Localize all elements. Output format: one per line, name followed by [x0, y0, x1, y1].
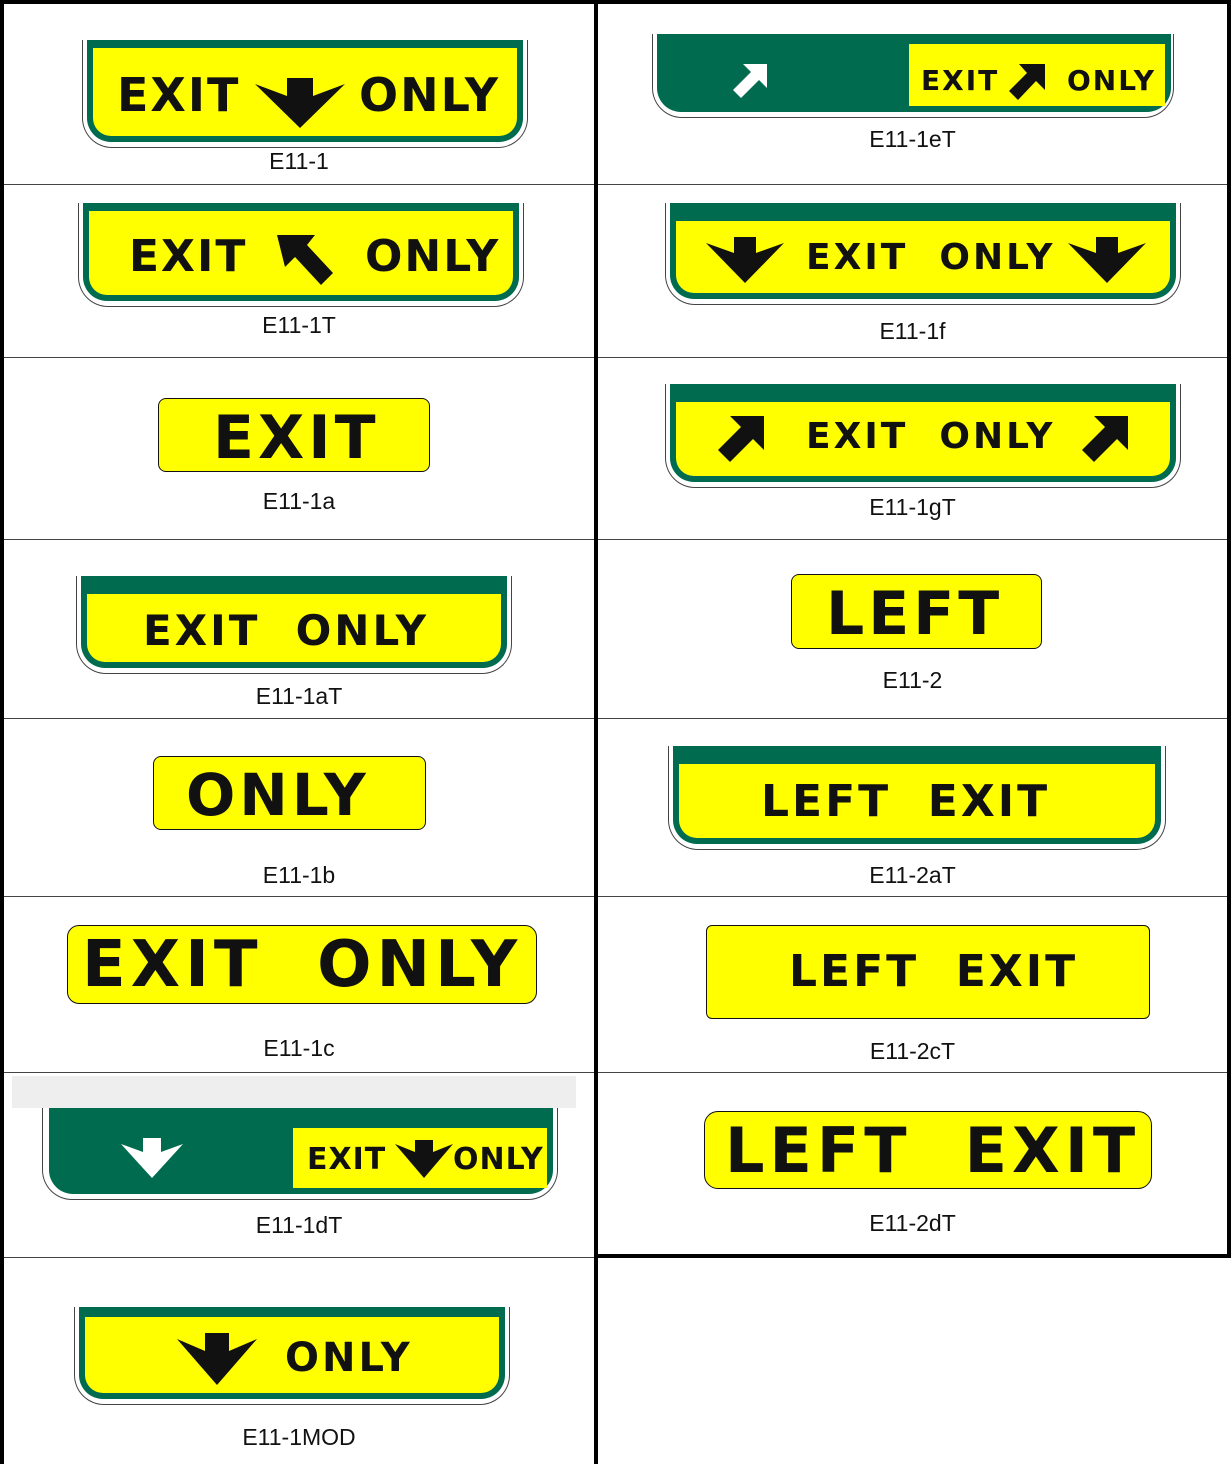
up-right-arrow-icon	[733, 64, 767, 98]
sign-code-label: E11-2	[882, 667, 943, 693]
sign-e11-1mod: ONLY	[74, 1307, 510, 1405]
sign-code-label: E11-1eT	[869, 126, 956, 152]
sign-e11-1: EXIT ONLY	[82, 40, 528, 148]
row-divider	[598, 718, 1227, 719]
frame-left-border	[0, 0, 4, 1464]
sign-e11-2: LEFT	[791, 574, 1042, 649]
sign-e11-1t: EXIT ONLY	[78, 203, 524, 307]
sign-e11-1a: EXIT	[158, 398, 430, 473]
sign-code-label: E11-1aT	[255, 683, 343, 709]
sign-code-label: E11-1a	[262, 488, 336, 514]
up-right-arrow-icon	[718, 416, 764, 462]
row-divider	[4, 1257, 594, 1258]
sign-code-label: E11-1dT	[255, 1212, 343, 1238]
sign-e11-1at: EXIT ONLY	[76, 576, 512, 674]
sign-code-label: E11-2dT	[869, 1210, 956, 1236]
frame-top-border	[0, 0, 1231, 4]
row-divider	[598, 539, 1227, 540]
sign-e11-1et: EXIT ONLY	[652, 34, 1174, 118]
up-right-arrow-icon	[1009, 64, 1045, 100]
sign-e11-1b: ONLY	[153, 756, 426, 830]
sign-legend: EXIT ONLY	[806, 237, 1056, 278]
row-divider	[4, 1072, 594, 1073]
sign-legend: LEFT EXIT	[789, 946, 1079, 997]
sign-legend: LEFT	[826, 579, 1004, 649]
sign-legend-right: ONLY	[1067, 64, 1156, 97]
down-arrow-icon	[395, 1140, 453, 1178]
sign-e11-1gt: EXIT ONLY	[665, 384, 1181, 488]
row-divider	[4, 357, 594, 358]
sign-legend: LEFT EXIT	[761, 776, 1051, 827]
sign-legend: EXIT	[213, 403, 380, 473]
sign-code-label: E11-1c	[263, 1035, 335, 1061]
frame-right-border	[1227, 0, 1231, 1258]
down-arrow-icon	[177, 1333, 257, 1385]
sign-e11-1c: EXIT ONLY	[67, 925, 537, 1004]
sign-e11-2ct: LEFT EXIT	[706, 925, 1150, 1019]
sign-legend: EXIT ONLY	[806, 416, 1056, 457]
row-divider	[4, 539, 594, 540]
up-right-arrow-icon	[1082, 416, 1128, 462]
sign-code-label: E11-2aT	[869, 862, 956, 888]
sign-legend-right: ONLY	[453, 1142, 544, 1177]
down-arrow-icon	[1068, 237, 1146, 283]
row-divider	[4, 184, 594, 185]
down-arrow-icon	[255, 78, 345, 128]
row-divider	[598, 896, 1227, 897]
down-arrow-icon	[121, 1138, 183, 1178]
sign-legend: ONLY	[285, 1335, 413, 1381]
sign-legend-right: ONLY	[365, 231, 501, 282]
sign-legend-left: EXIT	[129, 231, 248, 282]
sign-code-label: E11-1gT	[869, 494, 956, 520]
sign-e11-2dt: LEFT EXIT	[704, 1111, 1152, 1189]
row-divider	[598, 357, 1227, 358]
sign-legend: LEFT EXIT	[725, 1114, 1141, 1187]
sign-legend-left: EXIT	[307, 1142, 387, 1177]
row-divider	[598, 1072, 1227, 1073]
sign-legend: EXIT ONLY	[82, 928, 523, 1002]
right-column-bottom-border	[594, 1254, 1231, 1258]
row-divider	[598, 184, 1227, 185]
sign-code-label: E11-1	[269, 148, 329, 174]
sign-legend-left: EXIT	[921, 64, 1000, 97]
sign-e11-1dt: EXIT ONLY	[42, 1108, 558, 1200]
sign-code-label: E11-1T	[262, 312, 336, 338]
sign-legend: EXIT ONLY	[143, 606, 430, 655]
sign-code-label: E11-1MOD	[242, 1424, 356, 1450]
row-divider	[4, 896, 594, 897]
sign-code-label: E11-2cT	[869, 1038, 956, 1064]
sign-legend: ONLY	[186, 761, 370, 829]
sign-code-label: E11-1f	[879, 318, 946, 344]
sign-code-label: E11-1b	[262, 862, 336, 888]
sign-legend-right: ONLY	[359, 68, 501, 122]
grey-band	[12, 1076, 576, 1108]
sign-e11-2at: LEFT EXIT	[668, 746, 1166, 850]
row-divider	[4, 718, 594, 719]
down-arrow-icon	[706, 237, 784, 283]
column-divider	[594, 0, 598, 1464]
sign-legend-left: EXIT	[117, 68, 241, 122]
up-left-arrow-icon	[277, 235, 333, 285]
sign-e11-1f: EXIT ONLY	[665, 203, 1181, 305]
